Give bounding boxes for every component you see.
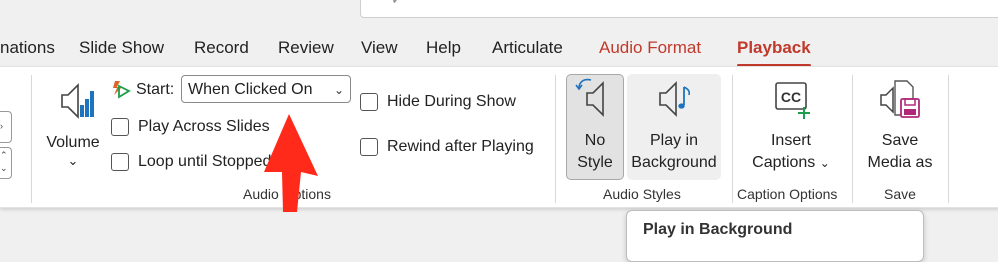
tab-record[interactable]: Record <box>194 38 249 58</box>
start-animation-icon <box>113 81 131 99</box>
no-style-label-line1: No <box>584 132 606 149</box>
save-media-icon <box>880 80 920 118</box>
no-style-button[interactable]: No Style <box>566 77 624 174</box>
ribbon-tabs: nations Slide Show Record Review View He… <box>0 38 998 67</box>
start-dropdown-value: When Clicked On <box>188 81 313 98</box>
search-box[interactable]: ✓ <box>360 0 998 18</box>
tab-slide-show[interactable]: Slide Show <box>79 38 164 58</box>
insert-captions-label-text: Captions <box>752 154 816 171</box>
tooltip: Play in Background <box>626 210 924 262</box>
play-across-slides-checkbox[interactable]: Play Across Slides <box>111 118 270 136</box>
group-separator <box>852 75 853 203</box>
loop-until-stopped-label: Loop until Stopped <box>138 153 272 170</box>
group-separator <box>31 75 32 203</box>
checkbox-box <box>111 153 129 171</box>
volume-icon <box>61 83 94 119</box>
save-media-label-line2: Media as <box>867 154 933 171</box>
caption-options-group-label: Caption Options <box>737 186 838 202</box>
save-group-label: Save <box>884 186 916 202</box>
checkbox-box <box>111 118 129 136</box>
group-separator <box>555 75 556 203</box>
start-label: Start: <box>136 81 175 98</box>
tab-help[interactable]: Help <box>426 38 461 58</box>
chevron-down-icon: ⌄ <box>67 153 79 168</box>
play-in-background-icon <box>659 81 691 117</box>
play-across-slides-label: Play Across Slides <box>138 118 270 135</box>
tab-articulate[interactable]: Articulate <box>492 38 563 58</box>
play-in-background-button[interactable]: Play in Background <box>627 77 721 174</box>
save-media-label-line1: Save <box>881 132 919 149</box>
volume-button[interactable]: Volume ⌄ <box>42 79 104 168</box>
insert-captions-button[interactable]: CC Insert Captions ⌄ <box>744 79 838 174</box>
svg-text:CC: CC <box>781 89 801 105</box>
tooltip-text: Play in Background <box>643 221 793 238</box>
audio-styles-group-label: Audio Styles <box>603 186 681 202</box>
search-text-fragment: ✓ <box>391 0 403 8</box>
red-annotation-arrow-icon <box>264 114 318 212</box>
volume-label: Volume <box>46 134 100 151</box>
start-dropdown[interactable]: When Clicked On ⌄ <box>181 75 351 103</box>
rewind-after-playing-label: Rewind after Playing <box>387 138 534 155</box>
closed-captions-icon: CC <box>775 82 810 119</box>
checkbox-box <box>360 138 378 156</box>
group-separator <box>948 75 949 203</box>
hide-during-show-label: Hide During Show <box>387 93 516 110</box>
save-media-as-button[interactable]: Save Media as <box>858 77 942 174</box>
rewind-after-playing-checkbox[interactable]: Rewind after Playing <box>360 138 534 156</box>
spin-up-control[interactable]: › <box>0 111 12 143</box>
tab-animations[interactable]: nations <box>0 38 55 58</box>
checkbox-box <box>360 93 378 111</box>
chevron-down-icon: ⌄ <box>819 156 830 170</box>
tab-audio-format[interactable]: Audio Format <box>599 38 701 58</box>
no-style-label-line2: Style <box>577 154 613 171</box>
insert-captions-label-line2: Captions ⌄ <box>744 152 838 174</box>
group-separator <box>732 75 733 203</box>
play-in-background-label-line1: Play in <box>649 132 699 149</box>
loop-until-stopped-checkbox[interactable]: Loop until Stopped <box>111 153 271 171</box>
play-in-background-label-line2: Background <box>631 154 717 171</box>
spin-updown-control[interactable]: ⌃ ⌄ <box>0 147 12 179</box>
no-style-audio-icon <box>575 78 604 117</box>
hide-during-show-checkbox[interactable]: Hide During Show <box>360 93 516 111</box>
tab-review[interactable]: Review <box>278 38 334 58</box>
insert-captions-label-line1: Insert <box>770 132 811 149</box>
tab-view[interactable]: View <box>361 38 398 58</box>
ribbon-panel: › ⌃ ⌄ Volume ⌄ Start: When Clicked On ⌄ P… <box>0 66 998 208</box>
chevron-down-icon: ⌄ <box>333 83 344 97</box>
tab-playback[interactable]: Playback <box>737 38 811 67</box>
